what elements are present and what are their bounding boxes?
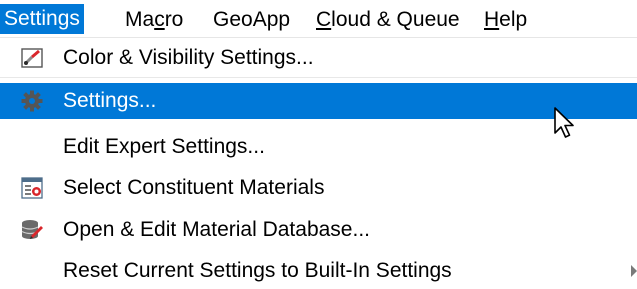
mouse-cursor-icon (554, 107, 574, 138)
menubar-help[interactable]: Help (484, 5, 527, 35)
menu-separator (0, 77, 637, 78)
menubar-cloud-accel: C (316, 8, 332, 31)
menu-item-reset-current-settings[interactable]: Reset Current Settings to Built-In Setti… (0, 253, 637, 289)
menubar-macro-accel: c (154, 8, 165, 31)
menu-item-color-visibility[interactable]: Color & Visibility Settings... (0, 40, 637, 76)
menu-label-reset-current-settings: Reset Current Settings to Built-In Setti… (63, 259, 452, 282)
constituent-materials-icon (21, 177, 43, 199)
color-visibility-icon (21, 48, 43, 68)
menubar-cloud-label: loud & Queue (331, 8, 460, 31)
material-database-icon (21, 220, 43, 239)
menu-item-settings[interactable]: Settings... (0, 83, 637, 119)
menu-item-select-constituent-materials[interactable]: Select Constituent Materials (0, 170, 637, 206)
menu-label-settings: Settings... (63, 89, 157, 112)
menubar-help-accel: H (484, 8, 500, 31)
menubar-cloud-queue[interactable]: Cloud & Queue (316, 5, 460, 35)
menubar-macro-label-b: ro (164, 8, 184, 31)
menu-label-select-constituent-materials: Select Constituent Materials (63, 176, 325, 199)
menubar-macro-label-a: Ma (125, 8, 155, 31)
settings-dropdown-menu: Color & Visibility Settings... Settings.… (0, 38, 637, 286)
menubar-help-label: elp (499, 8, 528, 31)
menubar-settings[interactable]: Settings (0, 4, 84, 34)
menubar-settings-label: Settings (4, 7, 80, 30)
menu-label-color-visibility: Color & Visibility Settings... (63, 46, 314, 69)
menubar-geoapp-label: GeoApp (213, 8, 291, 31)
menu-label-edit-expert-settings: Edit Expert Settings... (63, 135, 265, 158)
menu-item-edit-expert-settings[interactable]: Edit Expert Settings... (0, 129, 637, 165)
gear-icon (21, 90, 43, 112)
menubar-macro[interactable]: Macro (125, 5, 183, 35)
menubar: Settings Macro GeoApp Cloud & Queue Help (0, 0, 637, 38)
submenu-arrow-icon (631, 265, 637, 277)
menu-item-open-edit-material-database[interactable]: Open & Edit Material Database... (0, 212, 637, 248)
menu-label-open-edit-material-database: Open & Edit Material Database... (63, 218, 370, 241)
menubar-geoapp[interactable]: GeoApp (213, 5, 290, 35)
